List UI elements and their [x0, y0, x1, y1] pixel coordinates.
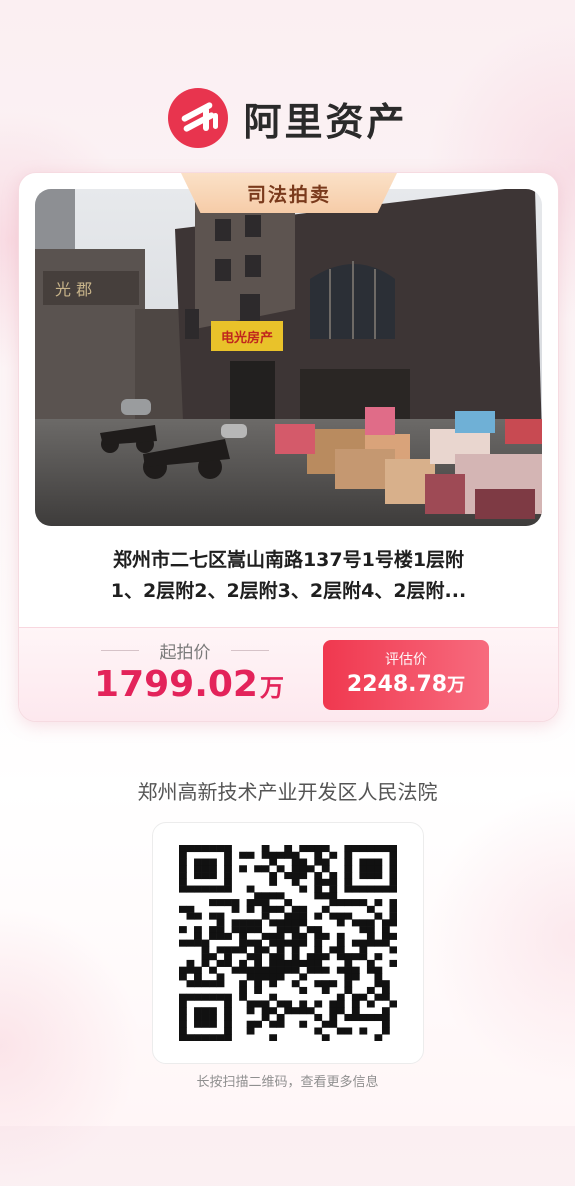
- property-photo[interactable]: 光 郡 电光房产: [35, 189, 542, 526]
- property-title-line2: 1、2层附2、2层附3、2层附4、2层附...: [110, 580, 467, 602]
- start-price-unit: 万: [259, 674, 284, 702]
- judicial-auction-tag: 司法拍卖: [181, 173, 397, 213]
- qr-code-icon[interactable]: [179, 845, 397, 1041]
- eval-price-unit: 万: [447, 675, 466, 696]
- auction-card[interactable]: 司法拍卖 光 郡 电光房产 郑州市二七区嵩山南路137号1号楼1层附 1、2层附…: [18, 172, 559, 722]
- evaluation-price-badge: 评估价 2248.78万: [323, 640, 489, 710]
- property-title-line1: 郑州市二七区嵩山南路137号1号楼1层附: [112, 549, 465, 571]
- brand-header: 阿里资产: [0, 87, 575, 149]
- ali-asset-logo-icon: [168, 88, 229, 148]
- price-section: 起拍价 1799.02万 评估价 2248.78万: [19, 627, 558, 721]
- start-price: 1799.02万: [89, 664, 289, 705]
- qr-hint: 长按扫描二维码，查看更多信息: [196, 1075, 379, 1090]
- property-title[interactable]: 郑州市二七区嵩山南路137号1号楼1层附 1、2层附2、2层附3、2层附4、2层…: [49, 545, 528, 607]
- eval-price: 2248.78万: [323, 671, 489, 697]
- start-price-value: 1799.02: [94, 664, 258, 705]
- qr-code-card[interactable]: [152, 822, 424, 1064]
- eval-price-label: 评估价: [385, 652, 427, 668]
- start-price-label: 起拍价: [101, 638, 269, 663]
- brand-name: 阿里资产: [243, 99, 408, 144]
- court-name: 郑州高新技术产业开发区人民法院: [137, 780, 438, 804]
- svg-text:光 郡: 光 郡: [55, 280, 92, 299]
- eval-price-value: 2248.78: [346, 672, 448, 697]
- photo-shop-sign: 电光房产: [221, 330, 273, 346]
